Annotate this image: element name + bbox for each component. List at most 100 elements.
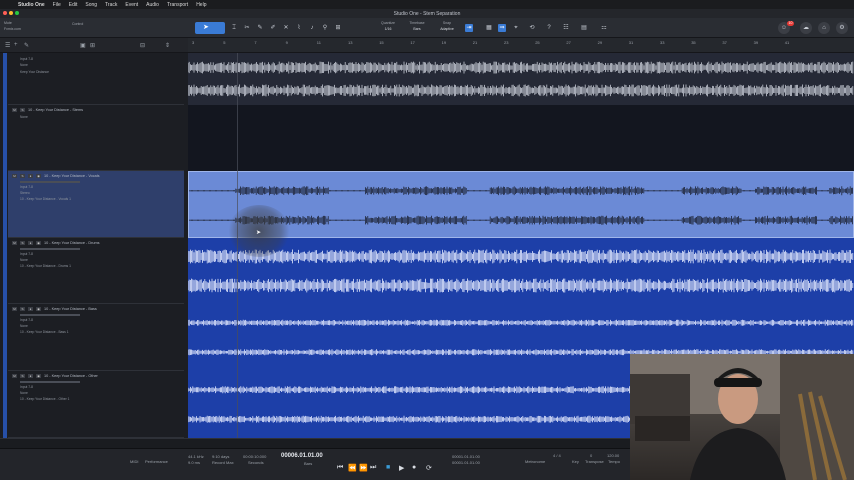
solo-button[interactable]: S — [20, 108, 25, 112]
browser-icon[interactable]: ▤ — [580, 24, 588, 32]
volume-fader[interactable] — [20, 381, 80, 383]
track-bass[interactable]: M S ● ◉ 10 - Keep Your Distance - Bass Input… — [8, 304, 184, 371]
minimize-window-button[interactable] — [9, 11, 13, 15]
range-tool-icon[interactable]: ⌶ — [230, 24, 238, 32]
menu-audio[interactable]: Audio — [146, 2, 159, 8]
track-input[interactable]: Input 7-8 — [12, 185, 180, 189]
snap-toggle-icon[interactable]: ⇥ — [465, 24, 473, 32]
metronome-label[interactable]: Metronome — [525, 459, 545, 464]
track-channel-mode[interactable]: None — [12, 324, 180, 328]
return-to-zero-icon[interactable]: ⏮ — [337, 464, 343, 472]
record-button[interactable]: ● — [28, 307, 33, 311]
volume-fader[interactable] — [20, 248, 80, 250]
mute-button[interactable]: M — [12, 374, 17, 378]
snap-tool-icon[interactable]: ⊞ — [334, 24, 342, 32]
time-seconds[interactable]: 00:00:10.000 — [243, 454, 266, 459]
menu-song[interactable]: Song — [85, 2, 97, 8]
menu-file[interactable]: File — [53, 2, 61, 8]
arrow-tool-button[interactable]: ➤ — [195, 22, 225, 34]
quantize-value[interactable]: 1/16 — [375, 27, 401, 31]
loop-icon[interactable]: ⟲ — [528, 24, 536, 32]
home-icon[interactable]: ⌂ — [818, 22, 830, 34]
menu-edit[interactable]: Edit — [69, 2, 78, 8]
lane-keep-your-distance[interactable] — [188, 53, 854, 105]
mute-button[interactable]: M — [12, 307, 17, 311]
close-window-button[interactable] — [3, 11, 7, 15]
solo-button[interactable]: S — [20, 241, 25, 245]
cloud-icon[interactable]: ☁ — [800, 22, 812, 34]
solo-button[interactable]: S — [20, 174, 25, 178]
mute-button[interactable]: M — [12, 108, 17, 112]
mute-button[interactable]: M — [12, 241, 17, 245]
bend-tool-icon[interactable]: ⌇ — [295, 24, 303, 32]
group-icon[interactable]: ⊞ — [90, 42, 95, 49]
play-icon[interactable]: ▶ — [399, 464, 404, 472]
inspector-icon[interactable]: ⊟ — [140, 42, 145, 49]
track-input[interactable]: Input 7-8 — [12, 252, 180, 256]
monitor-button[interactable]: ◉ — [36, 307, 41, 311]
monitor-button[interactable]: ◉ — [36, 174, 41, 178]
time-signature[interactable]: 4 / 4 — [553, 453, 561, 458]
transpose-value[interactable]: 0 — [590, 453, 592, 458]
goto-end-icon[interactable]: ⏭ — [370, 464, 376, 472]
view-options-icon[interactable]: ⚏ — [600, 24, 608, 32]
stop-icon[interactable]: ■ — [386, 464, 390, 471]
track-channel-mode[interactable]: None — [12, 391, 180, 395]
rewind-icon[interactable]: ⏪ — [348, 464, 357, 472]
mute-label[interactable]: Mute — [4, 21, 12, 25]
paint-tool-icon[interactable]: ✐ — [269, 24, 277, 32]
settings-icon[interactable]: ⚙ — [836, 22, 848, 34]
track-other[interactable]: M S ● ◉ 10 - Keep Your Distance - Other Inpu… — [8, 371, 184, 438]
monitor-button[interactable]: ◉ — [36, 241, 41, 245]
track-output[interactable]: 10 - Keep Your Distance - Drums 1 — [12, 264, 180, 268]
lane-drums[interactable] — [188, 238, 854, 304]
track-height-icon[interactable]: ⇕ — [165, 42, 170, 49]
loop-toggle-icon[interactable]: ⟳ — [426, 464, 432, 472]
track-vocals[interactable]: M S ● ◉ 10 - Keep Your Distance - Vocals Inp… — [8, 171, 184, 238]
lane-stems-folder[interactable] — [188, 105, 854, 171]
track-output[interactable]: 10 - Keep Your Distance - Vocals 1 — [12, 197, 180, 201]
track-channel-mode[interactable]: Stereo — [12, 191, 180, 195]
loop-end[interactable]: 00001.01.01.00 — [452, 460, 480, 465]
listen-tool-icon[interactable]: ♪ — [308, 24, 316, 32]
track-output[interactable]: 10 - Keep Your Distance - Other 1 — [12, 397, 180, 401]
timeline-ruler[interactable]: 3 5 7 9 11 13 15 17 19 21 23 25 27 29 31 33 35 37 39 41 — [188, 38, 854, 53]
menu-help[interactable]: Help — [196, 2, 206, 8]
mixer-icon[interactable]: ☷ — [562, 24, 570, 32]
monitor-button[interactable]: ◉ — [36, 374, 41, 378]
forward-icon[interactable]: ⏩ — [359, 464, 368, 472]
zoom-window-button[interactable] — [15, 11, 19, 15]
menu-app[interactable]: Studio One — [18, 2, 45, 8]
track-input[interactable]: Input 7-8 — [12, 318, 180, 322]
position-display[interactable]: 00006.01.01.00 — [281, 453, 323, 459]
performance-label[interactable]: Performance — [145, 459, 168, 464]
track-output[interactable]: 10 - Keep Your Distance - Bass 1 — [12, 330, 180, 334]
key-label[interactable]: Key — [572, 459, 579, 464]
comp-icon[interactable]: ⌖ — [512, 24, 520, 32]
track-input[interactable]: Input 7-8 — [12, 385, 180, 389]
record-icon[interactable]: ● — [412, 464, 416, 471]
add-track-icon[interactable]: + — [14, 42, 18, 48]
track-list-icon[interactable]: ☰ — [5, 42, 10, 49]
tempo-value[interactable]: 120.00 — [607, 453, 619, 458]
timebase-value[interactable]: Bars — [404, 27, 430, 31]
eraser-tool-icon[interactable]: ✎ — [256, 24, 264, 32]
grid-icon[interactable]: ▦ — [485, 24, 493, 32]
control-label[interactable]: Control — [72, 22, 83, 26]
record-button[interactable]: ● — [28, 241, 33, 245]
autoscroll-icon[interactable]: ⇒ — [498, 24, 506, 32]
record-button[interactable]: ● — [28, 374, 33, 378]
volume-fader[interactable] — [20, 314, 80, 316]
solo-button[interactable]: S — [20, 374, 25, 378]
mute-button[interactable]: M — [12, 174, 17, 178]
folder-icon[interactable]: ▣ — [80, 42, 86, 49]
track-keep-your-distance[interactable]: Input 7-8 None Keep Your Distance — [8, 53, 184, 105]
record-button[interactable]: ● — [28, 174, 33, 178]
loop-start[interactable]: 00001.01.01.00 — [452, 454, 480, 459]
menu-transport[interactable]: Transport — [167, 2, 188, 8]
track-stems-folder[interactable]: M S 10 - Keep Your Distance - Stems None — [8, 105, 184, 171]
help-icon[interactable]: ? — [545, 24, 553, 32]
menu-track[interactable]: Track — [105, 2, 117, 8]
solo-button[interactable]: S — [20, 307, 25, 311]
edit-icon[interactable]: ✎ — [24, 42, 29, 49]
